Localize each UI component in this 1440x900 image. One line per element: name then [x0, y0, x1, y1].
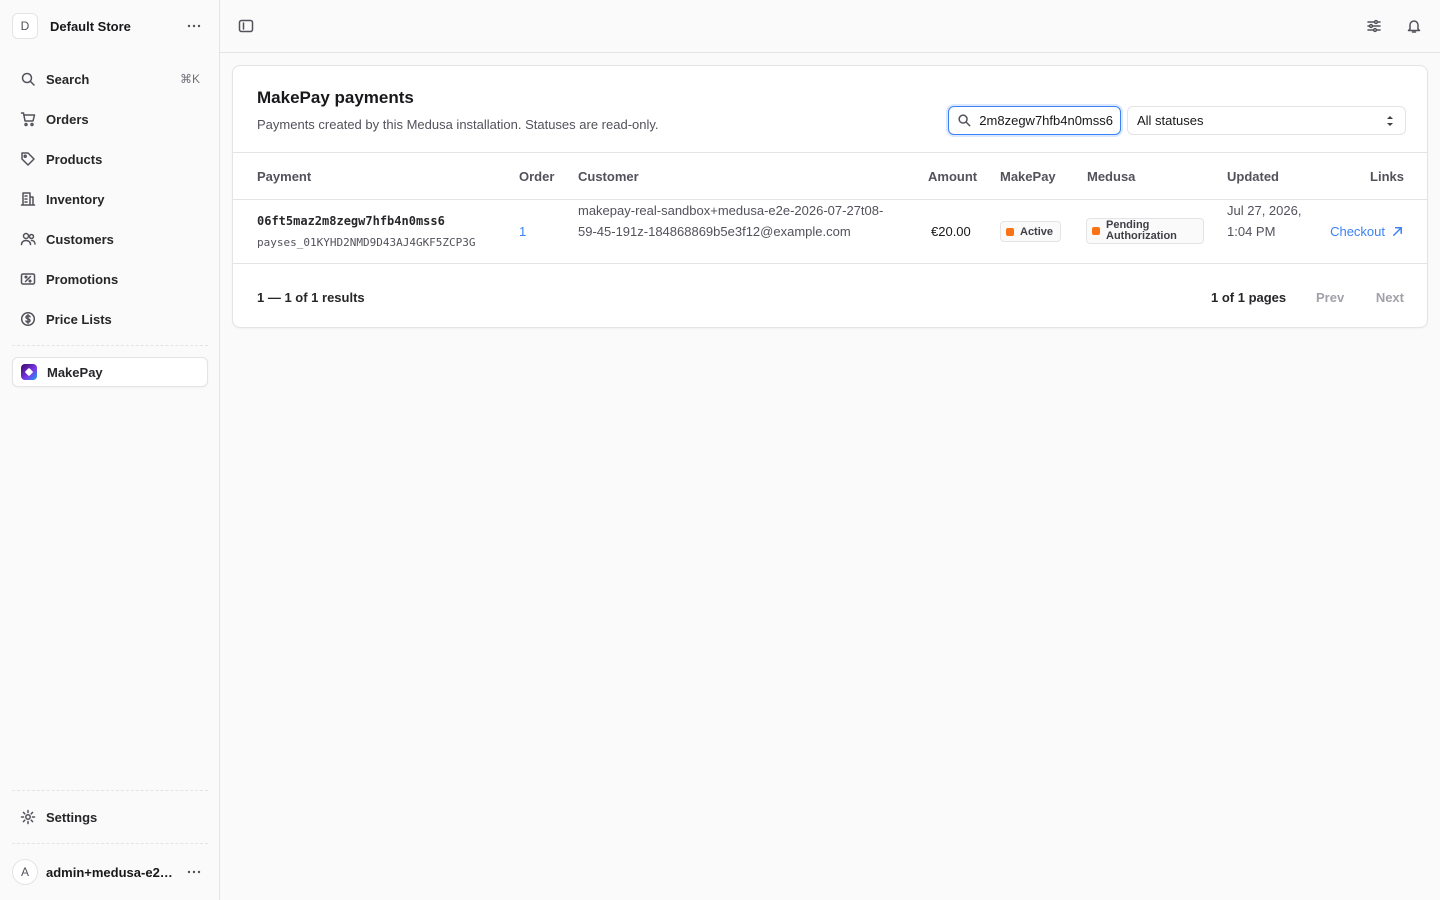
arrow-up-right-icon: [1393, 227, 1402, 236]
customer-email: makepay-real-sandbox+medusa-e2e-2026-07-…: [578, 203, 884, 239]
payment-id: 06ft5maz2m8zegw7hfb4n0mss6: [257, 214, 445, 228]
status-dot-icon: [1092, 227, 1100, 235]
currency-dollar-icon: [18, 309, 38, 329]
column-header-customer: Customer: [578, 169, 639, 184]
sidebar-divider: [12, 790, 208, 791]
sidebar-item-label: Promotions: [46, 271, 119, 287]
status-select[interactable]: All statuses: [1127, 106, 1406, 135]
column-header-links: Links: [1370, 169, 1404, 184]
status-select-value: All statuses: [1137, 113, 1204, 128]
avatar: A: [12, 859, 38, 885]
sidebar-item-label: Search: [46, 71, 90, 87]
search-shortcut: ⌘K: [179, 72, 200, 86]
tag-icon: [18, 149, 38, 169]
cart-icon: [18, 109, 38, 129]
bell-icon[interactable]: [1402, 14, 1426, 38]
sidebar-item-label: Customers: [46, 231, 114, 247]
store-avatar: D: [12, 13, 38, 39]
store-menu-icon[interactable]: [184, 16, 204, 36]
makepay-logo-icon: [19, 362, 39, 382]
search-input[interactable]: [979, 113, 1113, 128]
search-icon: [18, 69, 38, 89]
search-icon: [949, 113, 979, 128]
prev-button[interactable]: Prev: [1316, 290, 1344, 305]
sidebar-item-makepay[interactable]: MakePay: [12, 357, 208, 387]
sidebar-item-promotions[interactable]: Promotions: [12, 264, 208, 294]
updated-timestamp: Jul 27, 2026, 1:04 PM: [1227, 203, 1302, 239]
chevron-up-down-icon: [1387, 116, 1393, 126]
user-menu-icon[interactable]: [184, 862, 204, 882]
sidebar-item-search[interactable]: Search ⌘K: [12, 64, 208, 94]
page-count: 1 of 1 pages: [1211, 290, 1287, 305]
sidebar-item-inventory[interactable]: Inventory: [12, 184, 208, 214]
sidebar-divider: [12, 345, 208, 346]
payment-session-id: payses_01KYHD2NMD9D43AJ4GKF5ZCP3G: [257, 236, 476, 249]
column-header-order: Order: [519, 169, 555, 184]
makepay-status-label: Active: [1020, 225, 1054, 238]
users-icon: [18, 229, 38, 249]
results-summary: 1 — 1 of 1 results: [257, 290, 365, 305]
sidebar-toggle-icon[interactable]: [234, 14, 258, 38]
medusa-status-badge: Pending Authorization: [1086, 218, 1204, 244]
sidebar-item-label: Products: [46, 151, 103, 167]
next-button[interactable]: Next: [1376, 290, 1404, 305]
checkout-link[interactable]: Checkout: [1330, 224, 1404, 239]
building-icon: [18, 189, 38, 209]
medusa-status-label: Pending Authorization: [1106, 219, 1177, 242]
sidebar-item-label: Inventory: [46, 191, 105, 207]
topbar: [220, 0, 1440, 53]
column-header-updated: Updated: [1227, 169, 1279, 184]
payment-amount: €20.00: [931, 224, 971, 239]
sidebar-item-customers[interactable]: Customers: [12, 224, 208, 254]
column-header-medusa: Medusa: [1087, 169, 1136, 184]
sidebar-item-label: Price Lists: [46, 311, 112, 327]
column-header-amount: Amount: [928, 169, 978, 184]
sidebar-item-label: Orders: [46, 111, 89, 127]
search-box[interactable]: [948, 106, 1121, 135]
user-name: admin+medusa-e2e-2026-07-27t08-59-45-191…: [46, 864, 176, 880]
sidebar-divider: [12, 843, 208, 844]
payments-card: MakePay payments Payments created by thi…: [232, 65, 1428, 328]
column-header-makepay: MakePay: [1000, 169, 1056, 184]
store-switcher[interactable]: D Default Store: [12, 12, 208, 40]
checkout-link-label: Checkout: [1330, 224, 1385, 239]
gear-icon: [18, 807, 38, 827]
sliders-icon[interactable]: [1362, 14, 1386, 38]
receipt-percent-icon: [18, 269, 38, 289]
page-title: MakePay payments: [257, 88, 414, 107]
order-link[interactable]: 1: [519, 224, 526, 239]
sidebar-item-label: Settings: [46, 809, 98, 825]
sidebar-item-products[interactable]: Products: [12, 144, 208, 174]
sidebar-item-orders[interactable]: Orders: [12, 104, 208, 134]
user-menu[interactable]: A admin+medusa-e2e-2026-07-27t08-59-45-1…: [12, 858, 208, 886]
column-header-payment: Payment: [257, 169, 312, 184]
sidebar-item-price-lists[interactable]: Price Lists: [12, 304, 208, 334]
page-subtitle: Payments created by this Medusa installa…: [257, 117, 659, 132]
table-header: Payment Order Customer Amount MakePay Me…: [233, 152, 1427, 200]
status-dot-icon: [1006, 227, 1014, 236]
table-row: 06ft5maz2m8zegw7hfb4n0mss6 payses_01KYHD…: [233, 200, 1427, 264]
sidebar-item-label: MakePay: [47, 364, 103, 380]
sidebar: D Default Store Search ⌘K Orders Product…: [0, 0, 220, 900]
makepay-status-badge: Active: [1000, 221, 1062, 242]
store-name: Default Store: [50, 18, 131, 34]
sidebar-item-settings[interactable]: Settings: [12, 802, 208, 832]
